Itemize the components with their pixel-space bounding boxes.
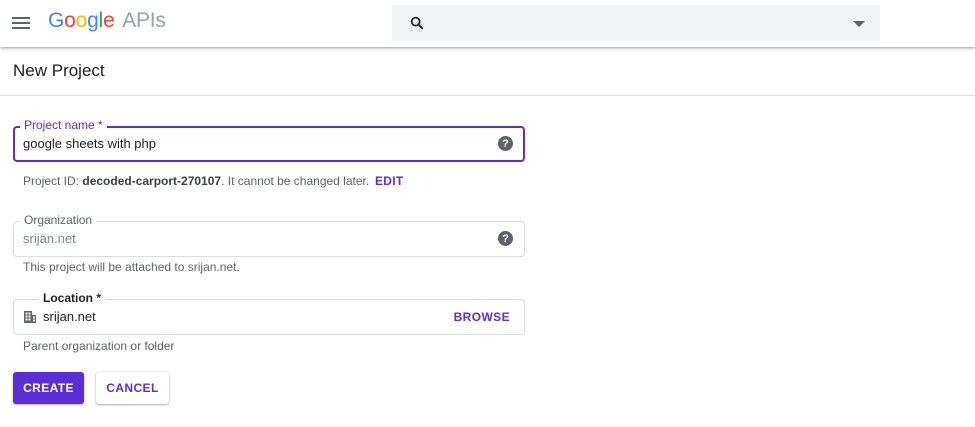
organization-field[interactable]: Organization srijan.net ? bbox=[13, 213, 525, 257]
cancel-button[interactable]: CANCEL bbox=[96, 372, 169, 404]
browse-button[interactable]: BROWSE bbox=[454, 310, 510, 324]
building-icon bbox=[24, 311, 36, 323]
dropdown-caret-icon[interactable] bbox=[853, 21, 865, 27]
google-apis-logo[interactable]: Google APIs bbox=[48, 9, 166, 33]
organization-hint: This project will be attached to srijan.… bbox=[23, 260, 240, 274]
project-name-label: Project name * bbox=[20, 118, 107, 132]
project-id-hint: Project ID: decoded-carport-270107. It c… bbox=[23, 174, 370, 188]
organization-label: Organization bbox=[20, 213, 97, 227]
help-icon[interactable]: ? bbox=[498, 231, 513, 246]
search-icon bbox=[410, 16, 424, 30]
project-name-value[interactable]: google sheets with php bbox=[23, 136, 156, 151]
project-id-value: decoded-carport-270107 bbox=[82, 174, 222, 188]
edit-project-id-button[interactable]: EDIT bbox=[375, 174, 404, 188]
create-button[interactable]: CREATE bbox=[13, 372, 84, 404]
organization-value: srijan.net bbox=[23, 231, 76, 246]
top-app-bar: Google APIs bbox=[0, 0, 975, 47]
menu-icon[interactable] bbox=[8, 10, 34, 36]
logo-suffix: APIs bbox=[122, 9, 166, 32]
location-value: srijan.net bbox=[43, 309, 96, 324]
page-header: New Project bbox=[0, 48, 975, 96]
project-name-field[interactable]: Project name * google sheets with php ? bbox=[13, 118, 525, 162]
location-field[interactable]: Location * srijan.net BROWSE bbox=[13, 291, 525, 335]
location-label: Location * bbox=[39, 291, 106, 305]
location-hint: Parent organization or folder bbox=[23, 339, 175, 353]
help-icon[interactable]: ? bbox=[498, 136, 513, 151]
page-title: New Project bbox=[13, 61, 105, 80]
search-input[interactable] bbox=[392, 5, 880, 41]
